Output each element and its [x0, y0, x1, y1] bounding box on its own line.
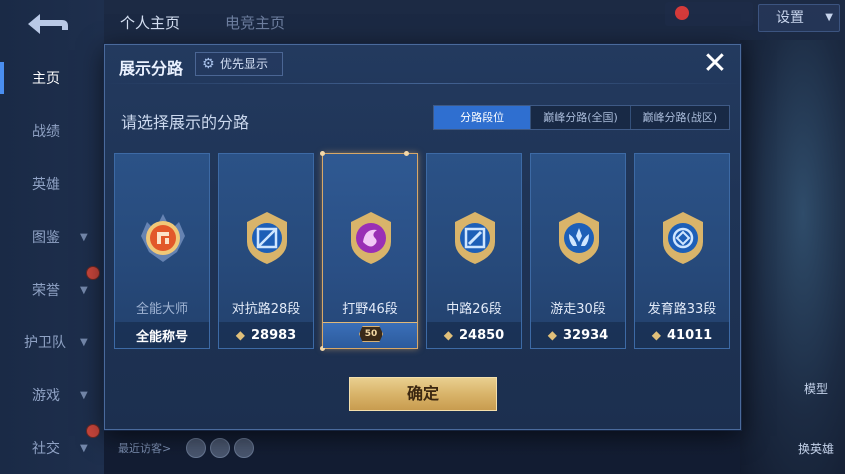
- roam-emblem-icon: [559, 212, 599, 264]
- chevron-down-icon: ▼: [80, 336, 88, 348]
- lane-score-value: 28983: [251, 327, 297, 343]
- lane-label: 打野46段: [342, 302, 398, 317]
- lane-score: ◆ 24850: [427, 322, 521, 348]
- sidebar-item-record[interactable]: 战绩: [0, 111, 104, 151]
- tab-peak-region[interactable]: 巅峰分路(战区): [631, 106, 729, 129]
- hero-model-scene: [740, 40, 845, 474]
- rank-gem-icon: ◆: [547, 328, 557, 342]
- lane-value-text: 全能称号: [135, 329, 188, 345]
- sidebar-item-label: 护卫队: [24, 335, 66, 351]
- chevron-down-icon: ▼: [80, 389, 88, 401]
- status-bar: [665, 2, 753, 26]
- sidebar-item-label: 主页: [32, 71, 60, 87]
- lane-label: 全能大师: [135, 302, 188, 317]
- mid-lane-emblem-icon: [455, 212, 495, 264]
- sidebar-item-codex[interactable]: 图鉴 ▼: [0, 217, 104, 257]
- priority-display-button[interactable]: ⚙ 优先显示: [195, 52, 283, 76]
- lane-label: 游走30段: [550, 302, 606, 317]
- corner-sparkle-icon: [320, 151, 325, 156]
- back-arrow-icon[interactable]: [22, 10, 72, 38]
- avatar[interactable]: [234, 438, 254, 458]
- farm-lane-emblem-icon: [663, 212, 703, 264]
- lane-mode-tabs: 分路段位 巅峰分路(全国) 巅峰分路(战区): [433, 105, 730, 130]
- lane-card-farm[interactable]: 发育路33段 ◆ 41011: [634, 153, 730, 349]
- change-hero-button[interactable]: 换英雄: [790, 440, 842, 457]
- lane-score-value: 41011: [667, 327, 713, 343]
- confirm-button[interactable]: 确定: [349, 377, 497, 411]
- lane-card-roam[interactable]: 游走30段 ◆ 32934: [530, 153, 626, 349]
- lane-card-clash[interactable]: 对抗路28段 ◆ 28983: [218, 153, 314, 349]
- settings-label: 设置: [776, 10, 804, 26]
- tab-personal-home[interactable]: 个人主页: [120, 12, 180, 33]
- sidebar-item-game[interactable]: 游戏 ▼: [0, 375, 104, 415]
- lane-score: ◆ 32934: [531, 322, 625, 348]
- corner-sparkle-icon: [404, 151, 409, 156]
- close-icon[interactable]: ✕: [699, 49, 731, 81]
- sidebar-item-label: 英雄: [32, 177, 60, 193]
- chevron-down-icon: ▼: [80, 442, 88, 454]
- rank-gem-icon: ◆: [651, 328, 661, 342]
- level-badge: 50: [359, 326, 383, 342]
- lane-card-jungle[interactable]: 打野46段 50: [320, 151, 418, 351]
- divider: [105, 83, 742, 84]
- lane-score-value: 24850: [459, 327, 505, 343]
- rank-gem-icon: ◆: [443, 328, 453, 342]
- sidebar-item-label: 图鉴: [32, 230, 60, 246]
- lane-score: ◆ 41011: [635, 322, 729, 348]
- all-round-master-emblem-icon: [141, 214, 185, 262]
- recent-visitors-link[interactable]: 最近访客>: [118, 440, 171, 456]
- lane-label: 对抗路28段: [231, 302, 301, 317]
- jungle-emblem-icon: [351, 212, 391, 264]
- dialog-title: 展示分路: [119, 59, 184, 78]
- avatar[interactable]: [186, 438, 206, 458]
- priority-display-label: 优先显示: [220, 57, 269, 71]
- sidebar-item-home[interactable]: 主页: [0, 58, 104, 98]
- lane-score-value: 32934: [563, 327, 609, 343]
- tab-peak-national[interactable]: 巅峰分路(全国): [531, 106, 631, 129]
- sidebar-item-label: 社交: [32, 441, 60, 457]
- chevron-down-icon: ▼: [80, 231, 88, 243]
- rank-gem-icon: ◆: [235, 328, 245, 342]
- sidebar-item-heroes[interactable]: 英雄: [0, 164, 104, 204]
- chevron-down-icon: ▼: [80, 284, 88, 296]
- sidebar-item-label: 荣誉: [32, 283, 60, 299]
- settings-button[interactable]: 设置 ▼: [758, 4, 840, 32]
- sidebar-item-guard[interactable]: 护卫队 ▼: [0, 322, 104, 362]
- sidebar-item-label: 战绩: [32, 124, 60, 140]
- lane-label: 中路26段: [446, 302, 502, 317]
- lane-value: 全能称号: [115, 322, 209, 348]
- sidebar-item-label: 游戏: [32, 388, 60, 404]
- notification-dot-icon: [86, 424, 100, 438]
- notification-dot-icon: [86, 266, 100, 280]
- display-lane-dialog: 展示分路 ⚙ 优先显示 ✕ 请选择展示的分路 分路段位 巅峰分路(全国) 巅峰分…: [104, 44, 742, 430]
- avatar[interactable]: [210, 438, 230, 458]
- tab-esports-home[interactable]: 电竞主页: [225, 12, 285, 33]
- gear-icon: ⚙: [202, 56, 215, 72]
- chevron-down-icon: ▼: [825, 12, 833, 23]
- clash-lane-emblem-icon: [247, 212, 287, 264]
- dialog-subtitle: 请选择展示的分路: [121, 113, 250, 132]
- lane-label: 发育路33段: [647, 302, 717, 317]
- tab-lane-rank[interactable]: 分路段位: [434, 106, 532, 129]
- model-button[interactable]: 模型: [790, 380, 842, 397]
- lane-card-all-round[interactable]: 全能大师 全能称号: [114, 153, 210, 349]
- lane-score: ◆ 28983: [219, 322, 313, 348]
- lane-card-mid[interactable]: 中路26段 ◆ 24850: [426, 153, 522, 349]
- avatar: [675, 6, 689, 20]
